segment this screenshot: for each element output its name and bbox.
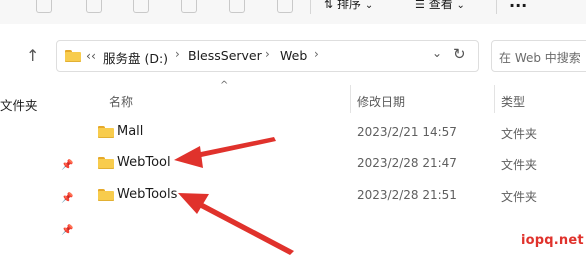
watermark-text: iopq.net	[521, 233, 584, 248]
annotation-arrow-webtool	[174, 137, 276, 168]
annotation-arrows	[174, 137, 294, 255]
annotation-arrow-webtools	[178, 193, 294, 255]
